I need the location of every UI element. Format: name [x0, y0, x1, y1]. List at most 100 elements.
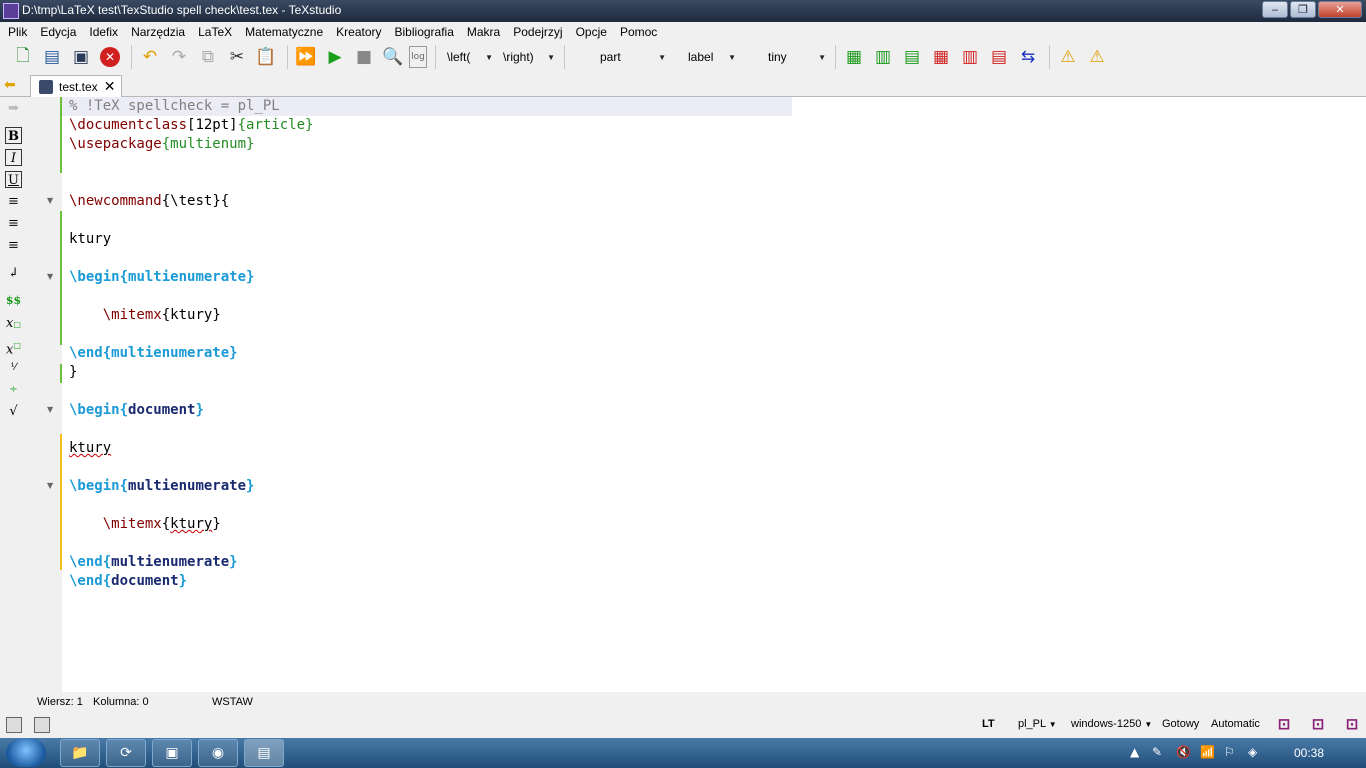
subscript-icon[interactable]: x□ — [5, 315, 22, 332]
left-format-panel: ➡ B I U ≡ ≡ ≡ ↲ $$ x□ x□ ⅟ ÷ √ — [0, 97, 26, 692]
maximize-button[interactable]: ❐ — [1290, 1, 1316, 18]
languagetool-indicator[interactable]: LT — [982, 718, 995, 730]
windows-taskbar: 📁 ⟳ ▣ ◉ ▤ ▲ ✎ 🔇 📶 ⚐ ◈ 00:38 — [0, 738, 1366, 768]
fold-marker[interactable]: ▼ — [47, 481, 57, 491]
table-remove-cell-icon[interactable]: ▤ — [986, 44, 1012, 70]
table-align-icon[interactable]: ⇆ — [1015, 44, 1041, 70]
code-editor[interactable]: % !TeX spellcheck = pl_PL \documentclass… — [62, 97, 1366, 692]
newline-icon[interactable]: ↲ — [5, 265, 22, 282]
italic-icon[interactable]: I — [5, 149, 22, 166]
window-title: D:\tmp\LaTeX test\TexStudio spell check\… — [22, 3, 342, 17]
align-right-icon[interactable]: ≡ — [5, 237, 22, 254]
taskbar-firefox[interactable]: ◉ — [198, 739, 238, 767]
fold-marker[interactable]: ▼ — [47, 196, 57, 206]
build-view-icon[interactable]: ⏩ — [293, 44, 319, 70]
menu-narzedzia[interactable]: Narzędzia — [126, 25, 193, 39]
font-size-combo[interactable]: tiny ▼ — [740, 46, 830, 68]
fold-marker[interactable]: ▼ — [47, 405, 57, 415]
align-center-icon[interactable]: ≡ — [5, 215, 22, 232]
start-button[interactable] — [6, 739, 46, 767]
undo-icon[interactable]: ↶ — [137, 44, 163, 70]
log-icon[interactable]: log — [409, 46, 427, 68]
sqrt-icon[interactable]: √ — [5, 403, 22, 420]
status-bar-bottom: LT pl_PL ▼ windows-1250 ▼ Gotowy Automat… — [0, 712, 1366, 738]
copy-icon[interactable]: ⧉ — [195, 44, 221, 70]
superscript-icon[interactable]: x□ — [5, 337, 22, 357]
close-tab-icon[interactable]: ✕ — [104, 79, 116, 95]
underline-icon[interactable]: U — [5, 171, 22, 188]
menu-bibliografia[interactable]: Bibliografia — [390, 25, 462, 39]
tray-flag-icon[interactable]: ⚐ — [1224, 745, 1235, 759]
table-remove-row-icon[interactable]: ▦ — [928, 44, 954, 70]
align-left-icon[interactable]: ≡ — [5, 193, 22, 210]
view-icon[interactable]: 🔍 — [380, 44, 406, 70]
redo-icon[interactable]: ↷ — [166, 44, 192, 70]
fold-marker[interactable]: ▼ — [47, 272, 57, 282]
encoding-selector[interactable]: windows-1250 ▼ — [1071, 718, 1152, 730]
close-file-icon[interactable]: ✕ — [97, 44, 123, 70]
paste-icon[interactable]: 📋 — [253, 44, 279, 70]
cut-icon[interactable]: ✂ — [224, 44, 250, 70]
left-delimiter-combo[interactable]: \left(▼ — [441, 46, 497, 68]
sectioning-value: part — [600, 50, 621, 64]
compile-icon[interactable]: ▶ — [322, 44, 348, 70]
right-delimiter-combo[interactable]: \right) ▼ — [497, 46, 559, 68]
tray-expand-icon[interactable]: ▲ — [1130, 745, 1139, 759]
fraction-icon[interactable]: ⅟ — [5, 359, 22, 376]
menu-kreatory[interactable]: Kreatory — [331, 25, 389, 39]
tray-volume-muted-icon[interactable]: 🔇 — [1176, 745, 1191, 759]
arrow-back-icon[interactable]: ⬅ — [4, 77, 20, 93]
tray-network-icon[interactable]: 📶 — [1200, 745, 1215, 759]
minimize-button[interactable]: ‒ — [1262, 1, 1288, 18]
sectioning-combo[interactable]: part ▼ — [570, 46, 670, 68]
cursor-column: Kolumna: 0 — [93, 696, 149, 708]
structure-panel-toggle-icon[interactable] — [6, 717, 22, 733]
taskbar-app-refresh[interactable]: ⟳ — [106, 739, 146, 767]
table-insert-column-icon[interactable]: ▤ — [899, 44, 925, 70]
taskbar-explorer[interactable]: 📁 — [60, 739, 100, 767]
tray-app-icon[interactable]: ◈ — [1248, 745, 1257, 759]
menu-opcje[interactable]: Opcje — [571, 25, 615, 39]
save-icon[interactable]: ▣ — [68, 44, 94, 70]
messages-panel-toggle-icon[interactable] — [34, 717, 50, 733]
taskbar-clock[interactable]: 00:38 — [1294, 746, 1324, 760]
menu-idefix[interactable]: Idefix — [84, 25, 126, 39]
close-window-button[interactable]: ✕ — [1318, 1, 1362, 18]
warning-next-icon[interactable]: ⚠ — [1084, 44, 1110, 70]
new-file-icon[interactable]: 🗋 — [10, 44, 36, 70]
tray-pen-icon[interactable]: ✎ — [1152, 745, 1162, 759]
forward-icon[interactable]: ➡ — [5, 100, 22, 117]
menu-plik[interactable]: Plik — [3, 25, 35, 39]
pdf-viewer-windowed-icon[interactable]: ⊡ — [1309, 715, 1327, 733]
menu-podejrzyj[interactable]: Podejrzyj — [508, 25, 570, 39]
spell-language-value: pl_PL — [1018, 718, 1046, 730]
taskbar-texstudio[interactable]: ▤ — [244, 739, 284, 767]
warning-previous-icon[interactable]: ⚠ — [1055, 44, 1081, 70]
math-inline-icon[interactable]: $$ — [5, 292, 22, 309]
table-remove-column-icon[interactable]: ▥ — [957, 44, 983, 70]
chevron-down-icon: ▼ — [658, 52, 666, 62]
editor-gutter — [26, 97, 62, 692]
menu-latex[interactable]: LaTeX — [193, 25, 240, 39]
table-add-column-icon[interactable]: ▥ — [870, 44, 896, 70]
taskbar-app-save[interactable]: ▣ — [152, 739, 192, 767]
bold-icon[interactable]: B — [5, 127, 22, 144]
menu-edycja[interactable]: Edycja — [35, 25, 84, 39]
stop-icon[interactable]: ■ — [351, 44, 377, 70]
menu-pomoc[interactable]: Pomoc — [615, 25, 665, 39]
tab-test-tex[interactable]: test.tex ✕ — [30, 75, 122, 97]
table-add-row-icon[interactable]: ▦ — [841, 44, 867, 70]
pdf-viewer-external-icon[interactable]: ⊡ — [1343, 715, 1361, 733]
reference-combo[interactable]: label ▼ — [670, 46, 740, 68]
floppy-icon — [39, 79, 53, 94]
menu-makra[interactable]: Makra — [462, 25, 508, 39]
spell-language-selector[interactable]: pl_PL ▼ — [1018, 718, 1057, 730]
dfrac-icon[interactable]: ÷ — [5, 381, 22, 398]
encoding-value: windows-1250 — [1071, 718, 1142, 730]
editor-line-19: ktury — [69, 439, 111, 458]
editor-line-2: \documentclass[12pt]{article} — [69, 117, 314, 133]
pdf-viewer-icon[interactable]: ⊡ — [1275, 715, 1293, 733]
menu-matematyczne[interactable]: Matematyczne — [240, 25, 331, 39]
compile-mode[interactable]: Automatic — [1211, 718, 1260, 730]
open-file-icon[interactable]: ▤ — [39, 44, 65, 70]
